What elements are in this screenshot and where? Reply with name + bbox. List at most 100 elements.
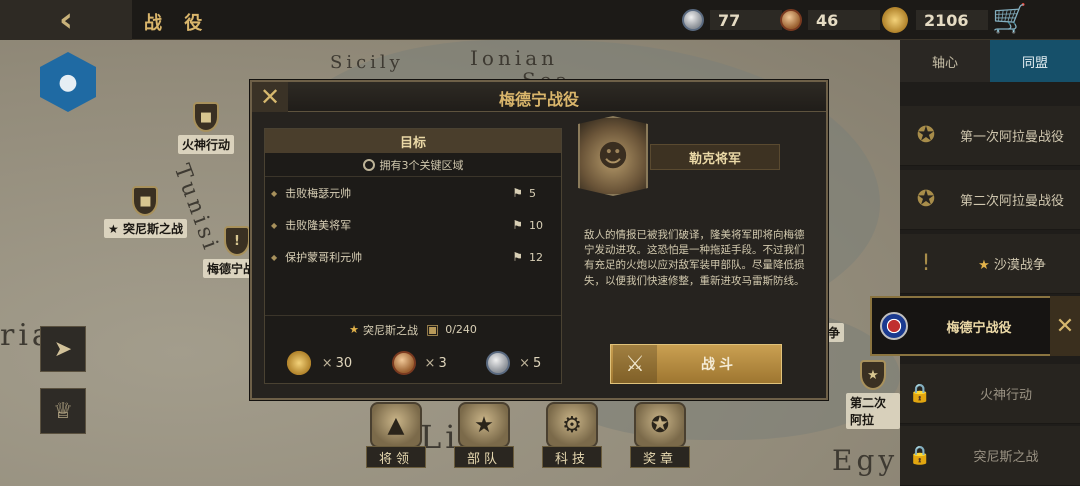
gear-wrench-icon: ⚙ (546, 402, 598, 448)
reward-stars-value: 30 (335, 355, 353, 371)
objective-row: ◆ 击败隆美将军 ⚑ 10 (265, 209, 561, 241)
general-name: 勒克将军 (650, 144, 780, 170)
share-button[interactable]: ➤ (40, 326, 86, 372)
campaign-item-label: 梅德宁战役 (946, 320, 1012, 336)
flag-icon: ⚑ (512, 218, 523, 232)
silver-medal-icon (486, 351, 511, 375)
map-label-egypt: Egy (832, 444, 899, 477)
objective-text: 击败隆美将军 (285, 219, 352, 232)
generals-button[interactable]: ▲ 将领 (360, 402, 432, 468)
back-button[interactable]: ‹ (0, 0, 132, 40)
top-bar: ‹ 战 役 77 46 2106 🛒 (0, 0, 1080, 40)
objective-value: 12 (529, 250, 543, 264)
dialog-title: 梅德宁战役 (498, 90, 579, 109)
general-avatar-icon: ☻ (597, 138, 629, 174)
tech-button[interactable]: ⚙ 科技 (536, 402, 608, 468)
progress-value: 0/240 (445, 323, 477, 336)
medal-icon: ★ (860, 360, 886, 390)
general-portrait: ☻ (578, 116, 648, 196)
tab-axis[interactable]: 轴心 (900, 40, 990, 82)
rank-emblem-icon: ✪ (916, 187, 936, 212)
bottom-menu: ▲ 将领 ★ 部队 ⚙ 科技 ✪ 奖章 (360, 402, 696, 468)
campaign-item[interactable]: ✪ 第一次阿拉曼战役 (900, 106, 1080, 166)
lock-icon: ■ (193, 102, 219, 132)
progress-label: 突尼斯之战 (362, 323, 418, 337)
key-areas-text: 拥有3个关键区域 (379, 158, 464, 172)
objective-text: 保护蒙哥利元帅 (285, 251, 363, 264)
campaign-item-label: 突尼斯之战 (973, 450, 1039, 465)
bullet-icon: ◆ (271, 188, 278, 198)
map-node-alamein2[interactable]: ★ 第二次阿拉 (846, 360, 900, 429)
battle-button-label: 战斗 (701, 357, 737, 373)
map-node-huoshen[interactable]: ■ 火神行动 (178, 102, 235, 154)
map-label-sicily: Sicily (330, 52, 404, 73)
rewards-row: × 30 × 3 × 5 (265, 343, 561, 383)
bronze-medal-icon (391, 351, 416, 375)
campaign-item[interactable]: ! ★ 沙漠战争 (900, 234, 1080, 294)
share-icon: ➤ (53, 336, 73, 362)
briefing-text: 敌人的情报已被我们破译，隆美将军即将向梅德宁发动进攻。这恐怕是一种拖延手段。不过… (584, 229, 805, 287)
bronze-medal-icon (780, 9, 802, 31)
bronze-medal-value: 46 (808, 10, 880, 30)
reward-bronze: × 3 (391, 351, 447, 375)
alert-icon: ! (921, 251, 931, 276)
objective-row: ◆ 保护蒙哥利元帅 ⚑ 12 (265, 241, 561, 273)
objectives-header: 目标 (265, 129, 561, 153)
gold-star-counter: 2106 (880, 5, 988, 35)
map-node-label: 第二次阿拉 (846, 393, 900, 429)
chest-icon: ▣ (425, 321, 440, 338)
rank-emblem-icon: ✪ (916, 123, 936, 148)
lock-icon: ■ (132, 186, 159, 216)
lock-icon: 🔒 (908, 383, 932, 404)
trophy-icon: ♕ (53, 398, 73, 424)
multiply-sign: × (424, 355, 436, 371)
campaign-item[interactable]: 🔒 火神行动 (900, 364, 1080, 424)
objectives-panel: 目标 拥有3个关键区域 ◆ 击败梅瑟元帅 ⚑ 5 ◆ 击败隆美将军 ⚑ 10 ◆… (264, 128, 562, 384)
reward-silver: × 5 (486, 351, 541, 375)
key-areas-row: 拥有3个关键区域 (265, 153, 561, 177)
generals-label: 将领 (366, 446, 426, 468)
objective-row: ◆ 击败梅瑟元帅 ⚑ 5 (265, 177, 561, 209)
dialog-header: ✕ 梅德宁战役 (252, 82, 826, 112)
troops-label: 部队 (454, 446, 514, 468)
campaign-item-label: 火神行动 (979, 388, 1032, 403)
officer-cap-icon: ▲ (370, 402, 422, 448)
multiply-sign: × (519, 355, 531, 371)
trophy-button[interactable]: ♕ (40, 388, 86, 434)
objective-text: 击败梅瑟元帅 (285, 187, 352, 200)
campaign-item-selected[interactable]: 梅德宁战役 ✕ (870, 296, 1080, 356)
troops-button[interactable]: ★ 部队 (448, 402, 520, 468)
alert-icon: ! (224, 226, 250, 256)
reward-silver-value: 5 (533, 355, 542, 371)
map-node-tunis[interactable]: ■ ★ 突尼斯之战 (104, 186, 187, 238)
objective-value: 5 (529, 186, 536, 200)
bullet-icon: ◆ (271, 220, 278, 230)
reward-bronze-value: 3 (438, 355, 447, 371)
bronze-medal-counter: 46 (780, 7, 880, 33)
star-icon: ★ (349, 323, 359, 336)
lock-icon: 🔒 (908, 445, 932, 466)
multiply-sign: × (321, 355, 333, 371)
flag-icon: ⚑ (512, 250, 523, 264)
chevron-left-icon: ‹ (58, 0, 73, 40)
map-node-label: ★ 突尼斯之战 (104, 219, 187, 238)
campaign-dialog: ✕ 梅德宁战役 目标 拥有3个关键区域 ◆ 击败梅瑟元帅 ⚑ 5 ◆ 击败隆美将… (250, 80, 828, 400)
campaign-item[interactable]: 🔒 突尼斯之战 (900, 426, 1080, 486)
tab-allies[interactable]: 同盟 (990, 40, 1080, 82)
gold-star-value: 2106 (916, 10, 988, 30)
shop-button[interactable]: 🛒 (992, 4, 1027, 34)
battle-button[interactable]: ⚔ 战斗 (610, 344, 782, 384)
gold-star-icon (284, 349, 313, 377)
silver-medal-counter: 77 (682, 7, 782, 33)
campaign-item-label: 第二次阿拉曼战役 (959, 194, 1064, 209)
campaign-item[interactable]: ✪ 第二次阿拉曼战役 (900, 170, 1080, 230)
chest-progress: ★ 突尼斯之战 ▣ 0/240 (265, 315, 561, 343)
campaign-item-label: ★ 沙漠战争 (978, 258, 1046, 273)
map-node-label: 火神行动 (178, 135, 235, 154)
objective-value: 10 (529, 218, 543, 232)
faction-tabs: 轴心 同盟 (900, 40, 1080, 82)
gold-star-icon (880, 5, 910, 35)
crossed-swords-icon: ✕ (1050, 296, 1080, 356)
star-shield-icon: ★ (458, 402, 510, 448)
medals-button[interactable]: ✪ 奖章 (624, 402, 696, 468)
